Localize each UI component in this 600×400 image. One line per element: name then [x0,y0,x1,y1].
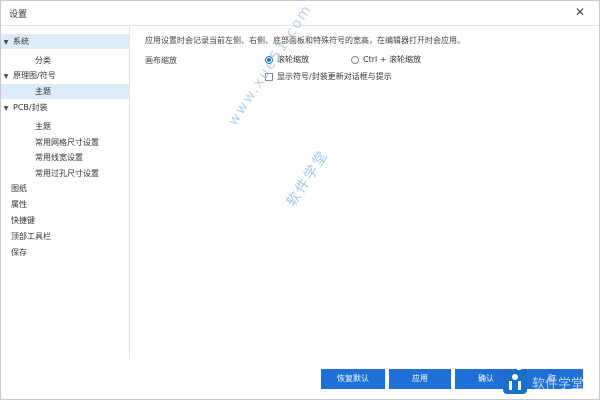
radio-selected-icon[interactable] [265,55,273,64]
tree-item-pcb-theme[interactable]: 主题 [1,119,129,134]
tree-item-schematic-symbol[interactable]: ▼ 原理图/符号 [1,68,129,83]
apply-button[interactable]: 应用 [389,369,451,389]
tree-item-drawing[interactable]: 图纸 [1,181,129,196]
watermark-logo-text: 软件学堂 [532,377,585,392]
tree-item-top-toolbar[interactable]: 顶部工具栏 [1,229,129,244]
restore-defaults-button[interactable]: 恢复默认 [321,369,385,389]
tree-item-grid-size[interactable]: 常用网格尺寸设置 [1,135,129,150]
zoom-radio-wheel[interactable]: 滚轮缩放 [265,54,309,65]
dialog-title: 设置 [9,10,28,20]
tree-item-properties[interactable]: 属性 [1,197,129,212]
tree-item-system[interactable]: ▼ 系统 [1,34,129,49]
close-icon[interactable]: ✕ [575,5,585,19]
show-update-dialog-checkbox[interactable]: 显示符号/封装更新对话框与提示 [265,71,392,82]
tree-item-save[interactable]: 保存 [1,245,129,260]
canvas-zoom-label: 画布缩放 [145,56,177,65]
title-bar: 设置 ✕ [1,1,599,26]
tree-item-via-size[interactable]: 常用过孔尺寸设置 [1,166,129,181]
tree-item-schematic-theme[interactable]: 主题 [1,84,129,99]
chevron-down-icon[interactable]: ▼ [1,101,11,116]
checkbox-icon[interactable] [265,72,273,81]
radio-unselected-icon[interactable] [351,55,359,64]
settings-tree: ▼ 系统 分类 ▼ 原理图/符号 主题 ▼ PCB/封装 主题 常用网格尺寸设置 常用… [1,26,130,359]
tree-item-line-width[interactable]: 常用线宽设置 [1,150,129,165]
settings-dialog: 设置 ✕ ▼ 系统 分类 ▼ 原理图/符号 主题 ▼ PCB/封装 主题 常用网格尺寸… [0,0,600,400]
site-logo-icon [503,370,527,394]
zoom-radio-ctrl-wheel[interactable]: Ctrl + 滚轮缩放 [351,54,421,65]
tree-item-pcb-footprint[interactable]: ▼ PCB/封装 [1,100,129,115]
tree-item-category[interactable]: 分类 [1,53,129,68]
settings-description: 应用设置时会记录当前左侧、右侧、底部面板和特殊符号的宽高，在编辑器打开时会应用。 [145,36,465,45]
tree-item-shortcuts[interactable]: 快捷键 [1,213,129,228]
chevron-down-icon[interactable]: ▼ [1,35,11,50]
chevron-down-icon[interactable]: ▼ [1,69,11,84]
